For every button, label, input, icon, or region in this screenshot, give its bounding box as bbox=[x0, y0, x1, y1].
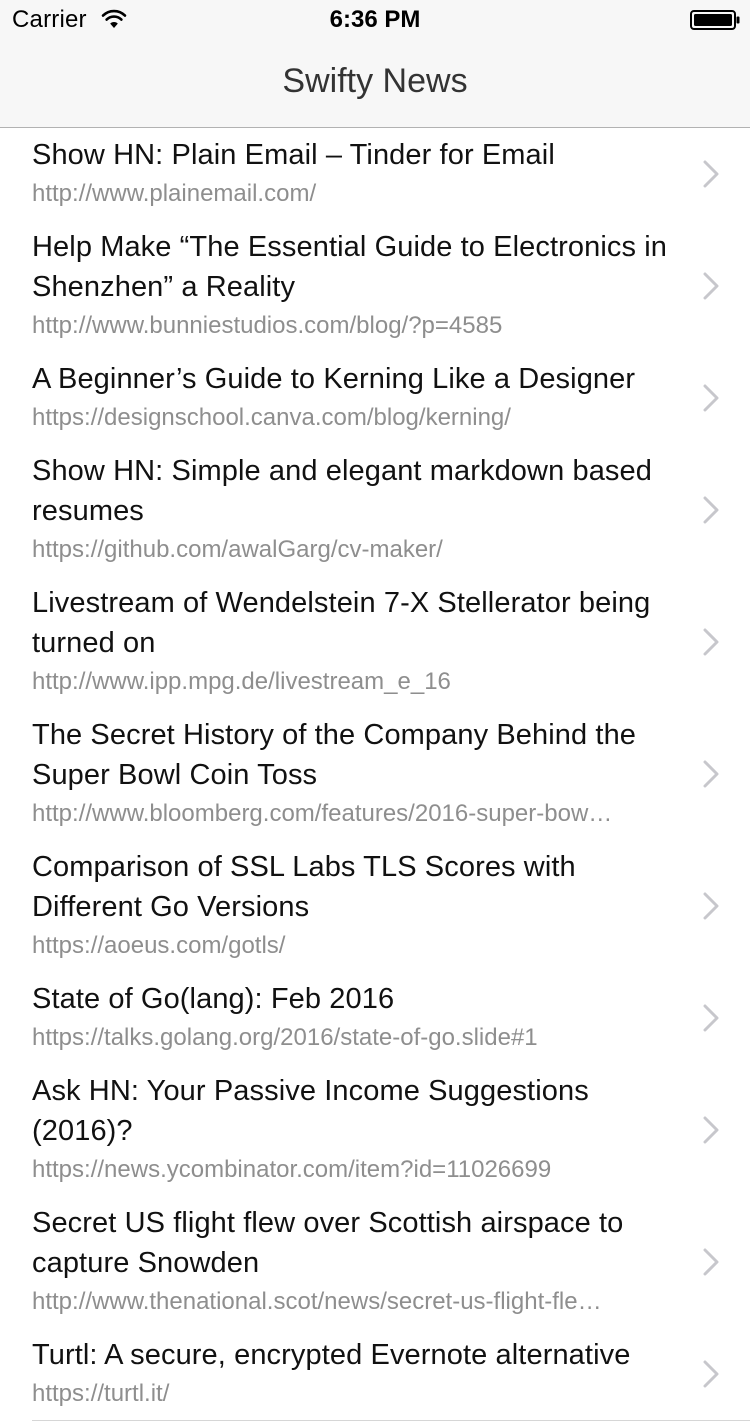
story-row[interactable]: Show HN: Simple and elegant markdown bas… bbox=[0, 444, 750, 577]
story-row[interactable]: Livestream of Wendelstein 7-X Stellerato… bbox=[0, 576, 750, 709]
story-title: The Secret History of the Company Behind… bbox=[32, 719, 637, 791]
story-row[interactable]: Ask HN: Your Passive Income Suggestions … bbox=[0, 1064, 750, 1197]
chevron-right-icon bbox=[703, 384, 719, 412]
chevron-right-icon bbox=[703, 160, 719, 188]
status-time: 6:36 PM bbox=[329, 6, 421, 33]
battery-icon bbox=[690, 10, 740, 30]
story-title: Livestream of Wendelstein 7-X Stellerato… bbox=[32, 587, 651, 659]
chevron-right-icon bbox=[703, 1116, 719, 1144]
story-url: https://talks.golang.org/2016/state-of-g… bbox=[32, 1024, 538, 1051]
navigation-bar: Carrier 6:36 PM Swifty News bbox=[0, 0, 750, 128]
chevron-right-icon bbox=[703, 892, 719, 920]
story-url: https://aoeus.com/gotls/ bbox=[32, 932, 286, 959]
story-title: Show HN: Simple and elegant markdown bas… bbox=[32, 455, 652, 527]
story-title: State of Go(lang): Feb 2016 bbox=[32, 983, 395, 1015]
story-url: http://www.thenational.scot/news/secret-… bbox=[32, 1288, 602, 1315]
page-title: Swifty News bbox=[282, 62, 468, 100]
story-url: http://www.bloomberg.com/features/2016-s… bbox=[32, 800, 613, 827]
story-row[interactable]: Show HN: Plain Email – Tinder for Email h… bbox=[0, 128, 750, 221]
story-title: Turtl: A secure, encrypted Evernote alte… bbox=[32, 1339, 631, 1371]
chevron-right-icon bbox=[703, 1248, 719, 1276]
chevron-right-icon bbox=[703, 1004, 719, 1032]
story-row[interactable]: Turtl: A secure, encrypted Evernote alte… bbox=[0, 1328, 750, 1421]
story-row[interactable]: State of Go(lang): Feb 2016 https://talks… bbox=[0, 972, 750, 1065]
chevron-right-icon bbox=[703, 760, 719, 788]
story-url: http://www.ipp.mpg.de/livestream_e_16 bbox=[32, 668, 451, 695]
story-row[interactable]: Secret US flight flew over Scottish airs… bbox=[0, 1196, 750, 1329]
story-url: http://www.bunniestudios.com/blog/?p=458… bbox=[32, 312, 503, 339]
chevron-right-icon bbox=[703, 628, 719, 656]
story-url: http://www.plainemail.com/ bbox=[32, 180, 317, 207]
chevron-right-icon bbox=[703, 1360, 719, 1388]
story-title: Show HN: Plain Email – Tinder for Email bbox=[32, 139, 555, 171]
story-url: https://turtl.it/ bbox=[32, 1380, 170, 1407]
story-row[interactable]: The Secret History of the Company Behind… bbox=[0, 708, 750, 841]
story-url: https://designschool.canva.com/blog/kern… bbox=[32, 404, 511, 431]
story-url: https://github.com/awalGarg/cv-maker/ bbox=[32, 536, 443, 563]
chevron-right-icon bbox=[703, 496, 719, 524]
story-title: Secret US flight flew over Scottish airs… bbox=[32, 1207, 624, 1279]
status-bar: Carrier 6:36 PM bbox=[0, 0, 750, 40]
story-row[interactable]: A Beginner’s Guide to Kerning Like a Des… bbox=[0, 352, 750, 445]
story-list: Show HN: Plain Email – Tinder for Email h… bbox=[0, 128, 750, 1421]
story-title: A Beginner’s Guide to Kerning Like a Des… bbox=[32, 363, 636, 395]
story-url: https://news.ycombinator.com/item?id=110… bbox=[32, 1156, 552, 1183]
story-title: Ask HN: Your Passive Income Suggestions … bbox=[32, 1075, 589, 1147]
story-row[interactable]: Help Make “The Essential Guide to Electr… bbox=[0, 220, 750, 353]
story-title: Comparison of SSL Labs TLS Scores with D… bbox=[32, 851, 576, 923]
story-row[interactable]: Comparison of SSL Labs TLS Scores with D… bbox=[0, 840, 750, 973]
story-title: Help Make “The Essential Guide to Electr… bbox=[32, 231, 668, 303]
chevron-right-icon bbox=[703, 272, 719, 300]
